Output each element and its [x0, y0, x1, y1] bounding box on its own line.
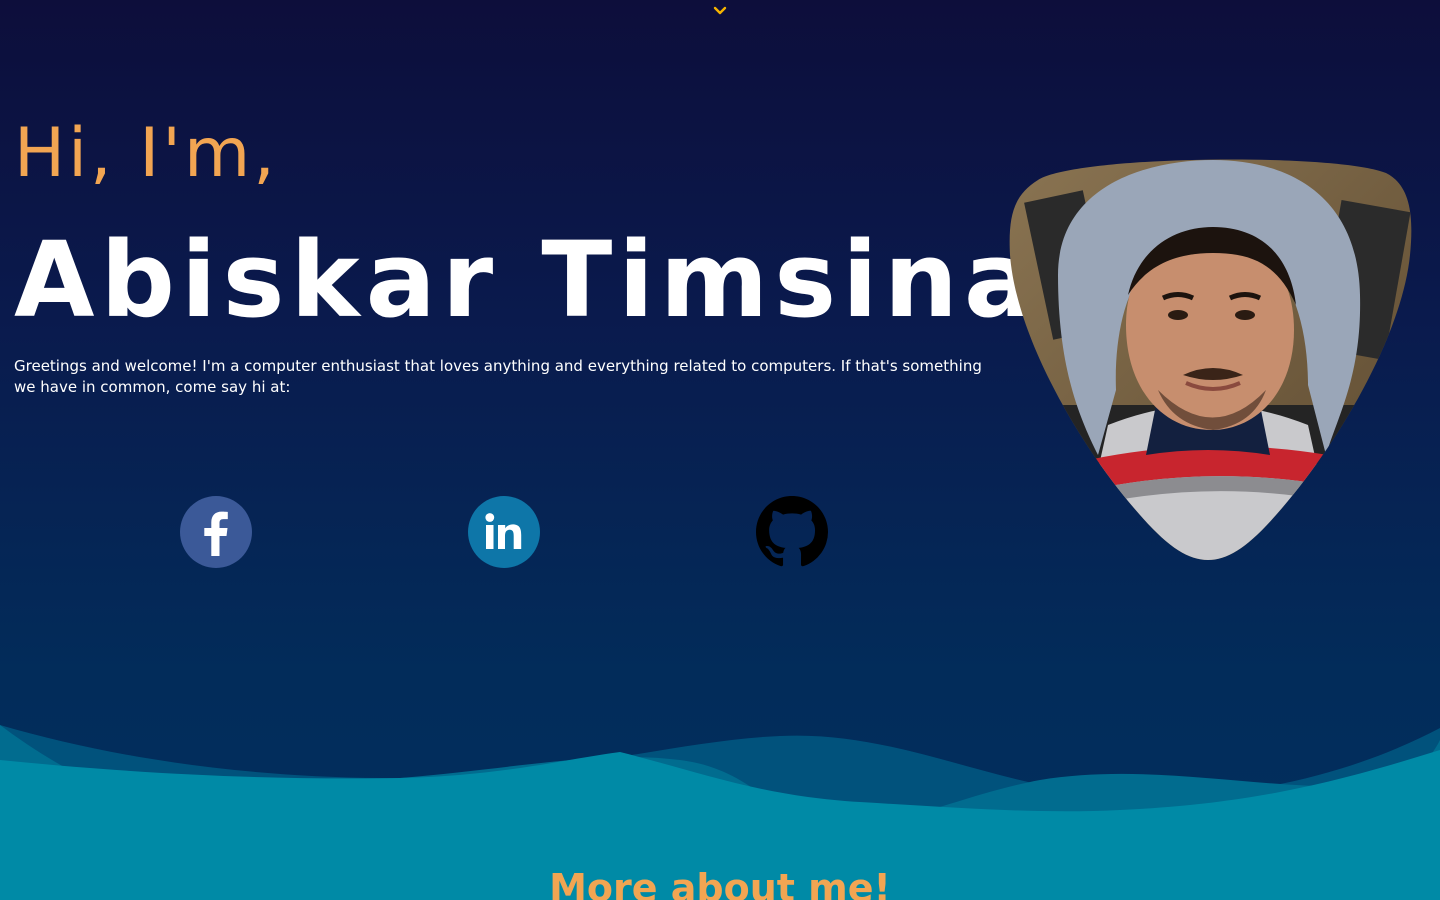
section-title-more-about-me: More about me!: [549, 866, 891, 900]
facebook-icon: [180, 496, 252, 568]
linkedin-link[interactable]: [468, 496, 540, 568]
hero-section: Hi, I'm, Abiskar Timsina Greetings and w…: [0, 0, 1440, 900]
hero-name: Abiskar Timsina: [14, 219, 1041, 341]
github-icon: [756, 496, 828, 567]
profile-photo: [1009, 159, 1412, 560]
github-link[interactable]: [756, 496, 828, 568]
linkedin-icon: [468, 496, 540, 568]
greeting-text: Hi, I'm,: [14, 114, 278, 193]
facebook-link[interactable]: [180, 496, 252, 568]
chevron-down-icon[interactable]: [712, 2, 728, 18]
intro-text: Greetings and welcome! I'm a computer en…: [14, 357, 982, 396]
